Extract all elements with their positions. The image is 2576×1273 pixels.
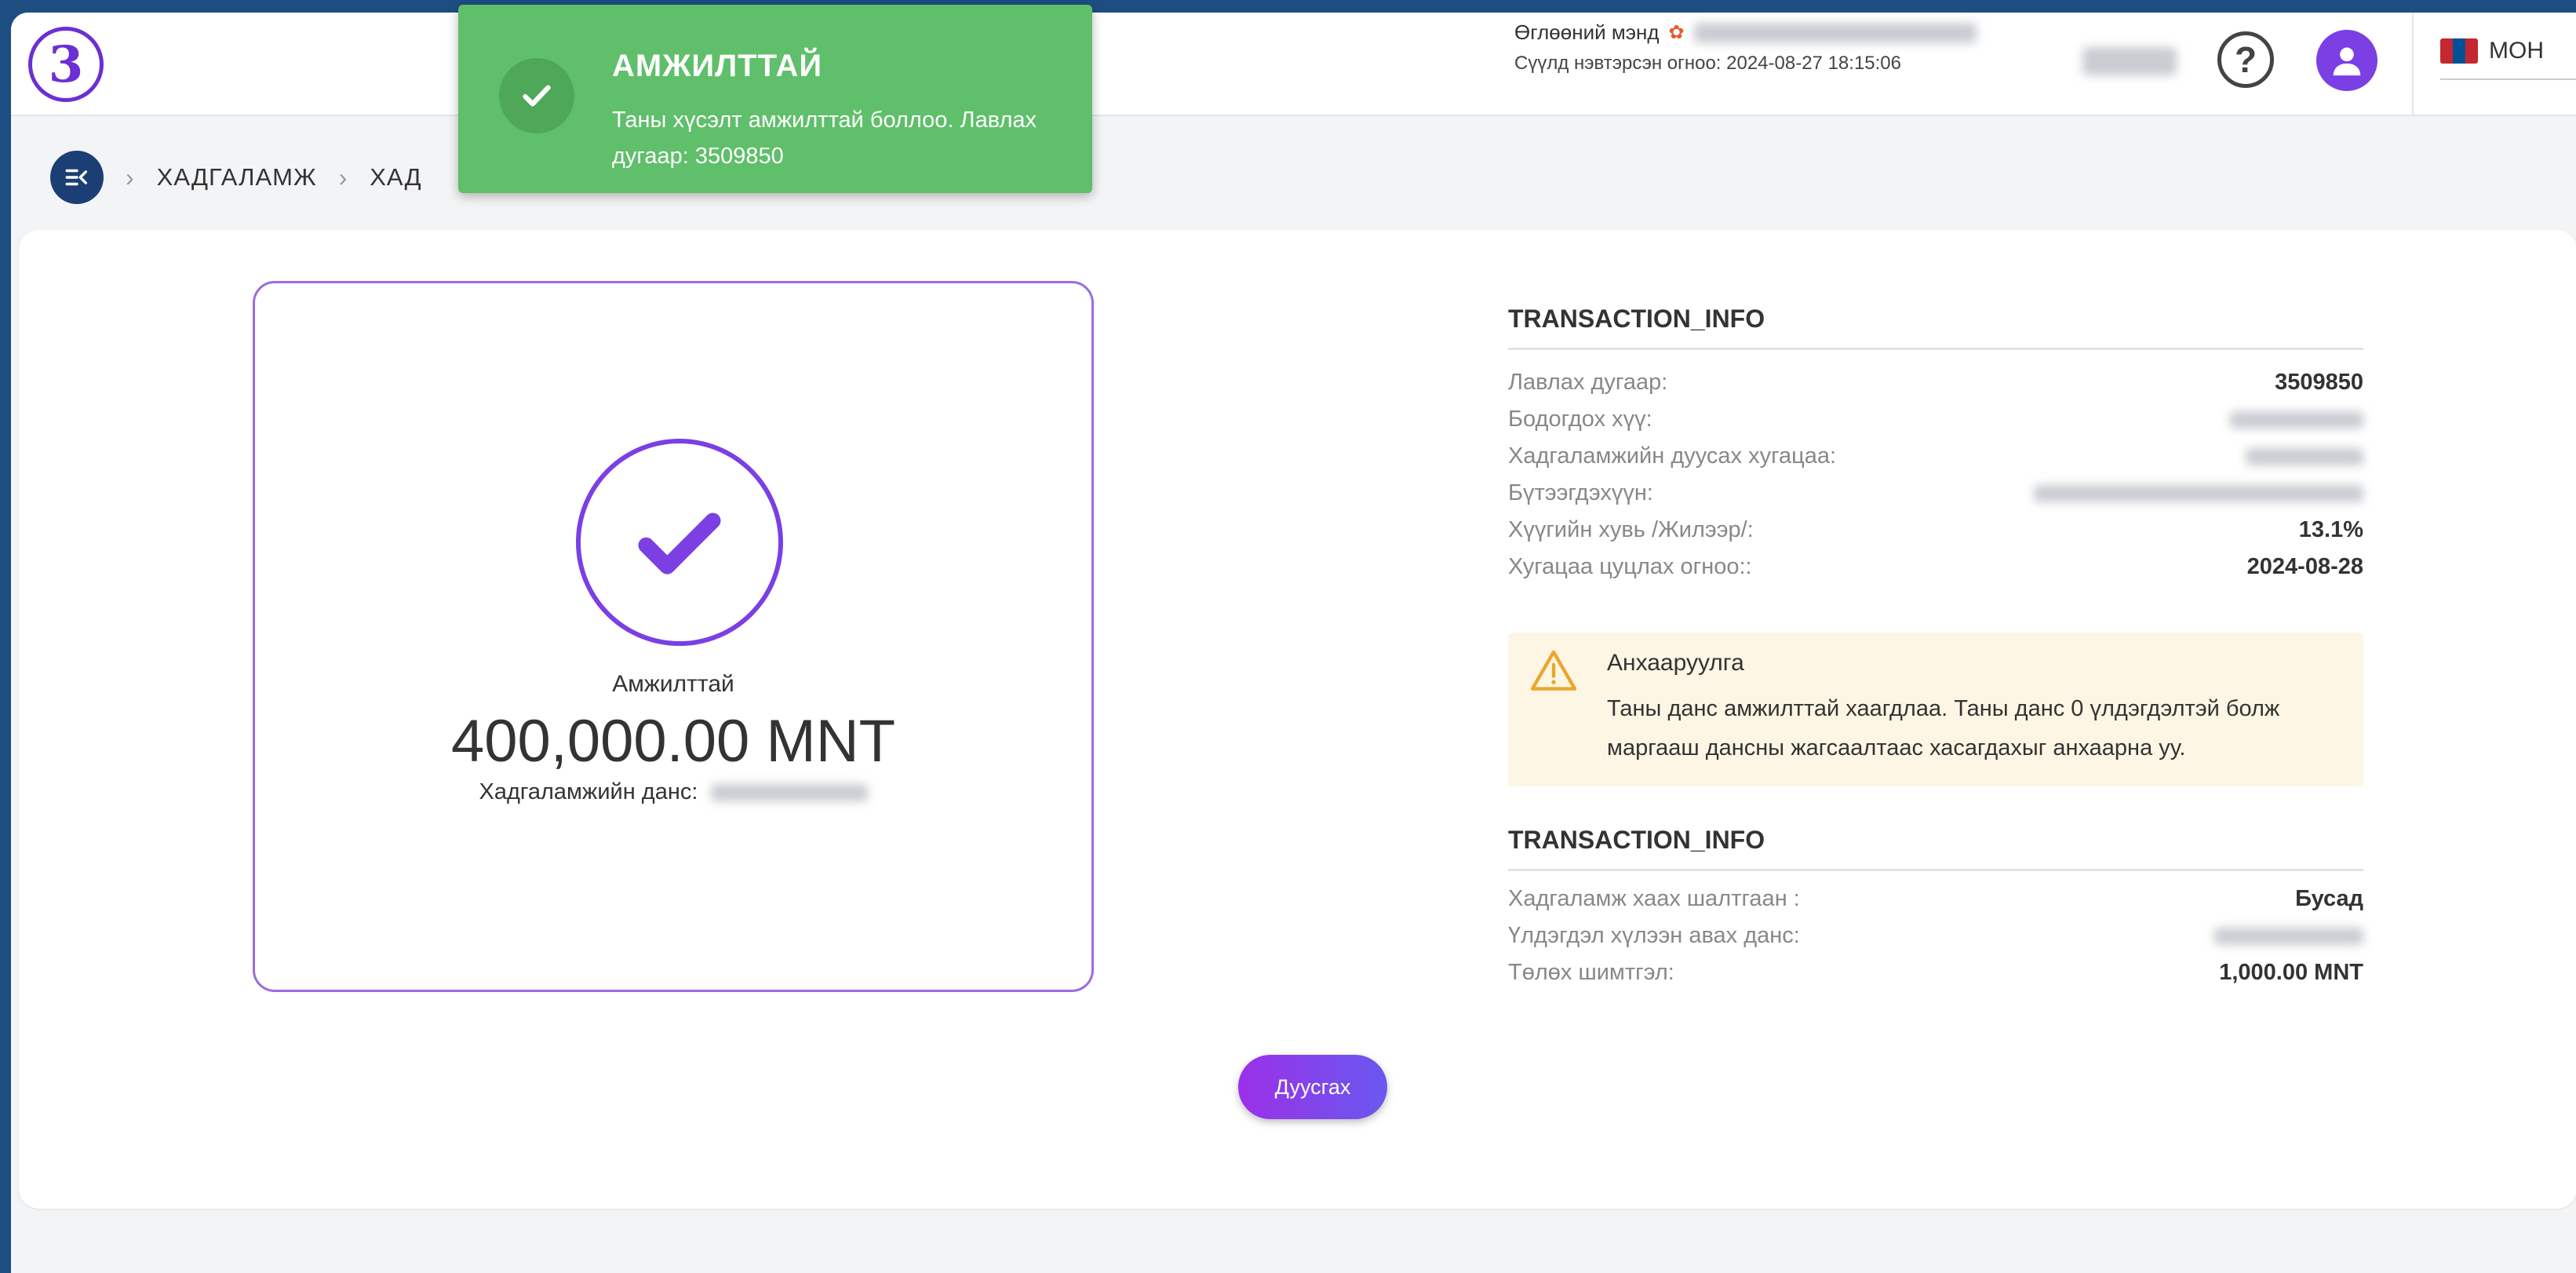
transaction-info-panel: TRANSACTION_INFO Лавлах дугаар: 3509850 … [1508, 305, 2363, 585]
step-number-badge: 3 [28, 27, 104, 102]
session-timer-redacted [2082, 47, 2177, 75]
mongolia-flag-icon [2440, 38, 2478, 64]
row-label: Үлдэгдэл хүлээн авах данс: [1508, 923, 1800, 948]
success-label: Амжилттай [612, 671, 734, 697]
row-label: Лавлах дугаар: [1508, 370, 1668, 395]
info-row: Лавлах дугаар: 3509850 [1508, 364, 2363, 401]
row-label: Бүтээгдэхүүн: [1508, 480, 1653, 505]
divider [1508, 869, 2363, 871]
maturity-date-redacted [2246, 447, 2363, 465]
info-row: Үлдэгдэл хүлээн авах данс: [1508, 917, 2363, 954]
finish-button[interactable]: Дуусгах [1238, 1055, 1387, 1119]
info-row: Төлөх шимтгэл: 1,000.00 MNT [1508, 954, 2363, 991]
info-row: Бодогдох хүү: [1508, 401, 2363, 438]
user-greeting: Өглөөний мэнд ✿ Сүүлд нэвтэрсэн огноо: 2… [1514, 20, 1977, 75]
menu-collapse-icon [65, 169, 88, 186]
toast-check-icon [499, 58, 574, 133]
divider [2412, 13, 2414, 115]
savings-account-number-redacted [710, 784, 868, 802]
reference-number: 3509850 [2275, 370, 2363, 395]
flower-icon: ✿ [1668, 22, 1685, 43]
breadcrumb-item-current[interactable]: ХАД [370, 163, 421, 191]
interest-rate: 13.1% [2298, 517, 2363, 542]
closing-reason: Бусад [2295, 886, 2363, 911]
warning-icon [1530, 648, 1577, 695]
language-label: МОН [2489, 38, 2544, 64]
notice-box: Анхааруулга Таны данс амжилттай хаагдлаа… [1508, 633, 2363, 786]
savings-account-label: Хадгаламжийн данс: [479, 779, 698, 804]
product-name-redacted [2034, 484, 2363, 502]
chevron-right-icon: › [126, 162, 135, 191]
row-label: Хадгаламж хаах шалтгаан : [1508, 886, 1800, 911]
row-label: Хадгаламжийн дуусах хугацаа: [1508, 443, 1837, 469]
language-selector[interactable]: МОН [2440, 38, 2544, 64]
termination-date: 2024-08-28 [2246, 554, 2363, 579]
user-icon [2333, 47, 2361, 76]
section-title: TRANSACTION_INFO [1508, 826, 1765, 854]
greeting-text: Өглөөний мэнд [1514, 20, 1660, 44]
success-check-icon [576, 439, 783, 646]
menu-toggle-button[interactable] [50, 151, 104, 204]
success-summary-box: Амжилттай 400,000.00 MNT Хадгаламжийн да… [253, 281, 1094, 992]
top-bar: 3 Өглөөний мэнд ✿ Сүүлд нэвтэрсэн огноо:… [11, 13, 2576, 116]
success-toast: АМЖИЛТТАЙ Таны хүсэлт амжилттай боллоо. … [458, 5, 1092, 193]
info-row: Хадгаламжийн дуусах хугацаа: [1508, 438, 2363, 475]
divider [1508, 348, 2363, 350]
info-row: Хугацаа цуцлах огноо:: 2024-08-28 [1508, 549, 2363, 585]
chevron-right-icon: › [338, 162, 348, 191]
help-icon[interactable]: ? [2217, 31, 2274, 88]
breadcrumb: › ХАДГАЛАМЖ › ХАД [50, 151, 422, 204]
fee-amount: 1,000.00 MNT [2219, 960, 2363, 985]
section-title: TRANSACTION_INFO [1508, 305, 1765, 333]
success-amount: 400,000.00 MNT [450, 708, 896, 775]
transaction-info-panel-2: TRANSACTION_INFO Хадгаламж хаах шалтгаан… [1508, 826, 2363, 991]
notice-text: Таны данс амжилттай хаагдлаа. Таны данс … [1607, 696, 2280, 761]
info-row: Хадгаламж хаах шалтгаан : Бусад [1508, 881, 2363, 917]
last-login-text: Сүүлд нэвтэрсэн огноо: 2024-08-27 18:15:… [1514, 53, 1901, 74]
breadcrumb-item-savings[interactable]: ХАДГАЛАМЖ [157, 163, 317, 191]
avatar[interactable] [2316, 30, 2377, 91]
row-label: Хүүгийн хувь /Жилээр/: [1508, 517, 1754, 542]
divider [2440, 78, 2576, 80]
row-label: Хугацаа цуцлах огноо:: [1508, 554, 1752, 579]
row-label: Бодогдох хүү: [1508, 407, 1652, 432]
user-name-redacted [1693, 22, 1977, 43]
info-row: Хүүгийн хувь /Жилээр/: 13.1% [1508, 512, 2363, 549]
toast-title: АМЖИЛТТАЙ [612, 49, 823, 83]
toast-message: Таны хүсэлт амжилттай боллоо. Лавлах дуг… [612, 108, 1037, 169]
notice-title: Анхааруулга [1607, 650, 1744, 676]
info-row: Бүтээгдэхүүн: [1508, 475, 2363, 512]
row-label: Төлөх шимтгэл: [1508, 960, 1674, 985]
receiving-account-redacted [2214, 927, 2363, 945]
savings-account-line: Хадгаламжийн данс: [255, 779, 1091, 805]
accrued-interest-redacted [2230, 410, 2363, 429]
